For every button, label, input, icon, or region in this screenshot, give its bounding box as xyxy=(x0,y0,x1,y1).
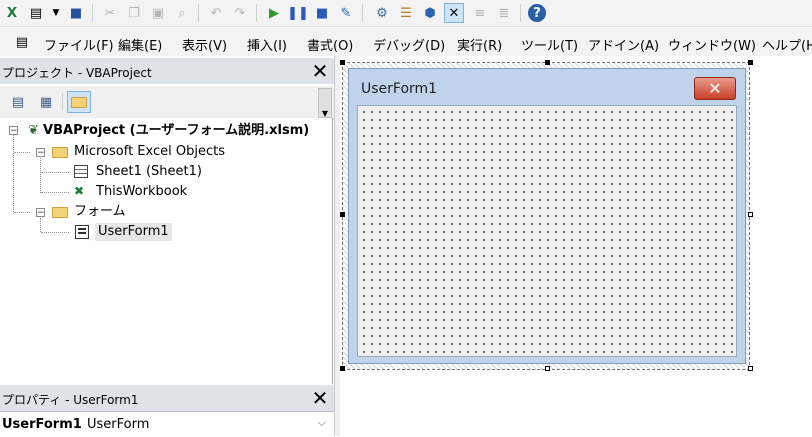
root-expander[interactable]: − xyxy=(9,126,18,136)
object-browser-icon[interactable]: ⬢ xyxy=(420,3,440,23)
tree-line xyxy=(40,218,41,232)
userform-client-area[interactable] xyxy=(357,105,737,357)
menu-window[interactable]: ウィンドウ(W) xyxy=(668,35,756,54)
reset-icon[interactable]: ■ xyxy=(312,3,332,23)
toggle-folders-icon[interactable] xyxy=(67,91,91,113)
menu-run[interactable]: 実行(R) xyxy=(457,35,502,54)
tree-node-userform1[interactable]: UserForm1 xyxy=(95,223,172,241)
menu-file[interactable]: ファイル(F) xyxy=(44,35,114,54)
tree-line xyxy=(13,135,14,212)
toolbar-separator xyxy=(362,4,363,22)
toolbox-icon[interactable]: ✕ xyxy=(444,3,464,23)
design-mode-icon[interactable]: ✎ xyxy=(336,3,356,23)
toolbar-separator xyxy=(520,4,521,22)
resize-handle[interactable] xyxy=(340,60,345,65)
toolbar-separator xyxy=(92,4,93,22)
tree-line xyxy=(41,232,69,233)
resize-handle[interactable] xyxy=(748,366,753,371)
copy-icon[interactable]: ❐ xyxy=(124,3,144,23)
folder1-expander[interactable]: − xyxy=(36,148,45,158)
userform-icon xyxy=(75,225,89,239)
userform-window[interactable]: UserForm1 ✕ xyxy=(348,68,746,364)
properties-pane-close-button[interactable]: ✕ xyxy=(309,387,331,409)
toolbar-separator xyxy=(62,93,63,111)
chevron-down-icon[interactable]: ⌵ xyxy=(318,416,326,430)
toolbar-separator xyxy=(256,4,257,22)
userform-caption: UserForm1 xyxy=(361,81,438,97)
tree-node-forms[interactable]: フォーム xyxy=(74,203,126,221)
standard-toolbar: X ▤ ▼ ■ ✂ ❐ ▣ ⌕ ↶ ↷ ▶ ❚❚ ■ ✎ ⚙ ☰ ⬢ ✕ ≡ ≣… xyxy=(0,0,812,27)
tree-node-thisworkbook[interactable]: ThisWorkbook xyxy=(96,183,187,201)
tree-node-vbaproject[interactable]: ❦ VBAProject (ユーザーフォーム説明.xlsm) xyxy=(28,122,309,140)
view-code-icon[interactable]: ▤ xyxy=(8,92,28,112)
tree-node-sheet1[interactable]: Sheet1 (Sheet1) xyxy=(96,163,202,181)
cut-icon[interactable]: ✂ xyxy=(100,3,120,23)
toolbar-separator xyxy=(198,4,199,22)
resize-handle[interactable] xyxy=(748,212,753,217)
help-icon[interactable]: ? xyxy=(528,4,546,22)
undo-icon[interactable]: ↶ xyxy=(206,3,226,23)
resize-handle[interactable] xyxy=(545,60,550,65)
workbook-icon: ✖ xyxy=(74,184,85,198)
object-selector[interactable]: UserForm1 UserForm ⌵ xyxy=(0,411,334,437)
menu-help[interactable]: ヘルプ(H xyxy=(762,35,812,54)
excel-view-icon[interactable]: X xyxy=(2,3,22,23)
vbaproject-icon: ❦ xyxy=(28,123,39,138)
menu-addins[interactable]: アドイン(A) xyxy=(588,35,659,54)
project-pane-close-button[interactable]: ✕ xyxy=(309,60,331,82)
menu-insert[interactable]: 挿入(I) xyxy=(247,35,287,54)
menu-view[interactable]: 表示(V) xyxy=(182,35,227,54)
tree-line xyxy=(14,152,30,153)
find-icon[interactable]: ⌕ xyxy=(172,3,192,23)
run-icon[interactable]: ▶ xyxy=(264,3,284,23)
align-icon[interactable]: ≣ xyxy=(494,3,514,23)
properties-pane-title: プロパティ - UserForm1 xyxy=(2,393,139,407)
tree-line xyxy=(14,212,30,213)
properties-pane-titlebar: プロパティ - UserForm1 ✕ xyxy=(0,385,334,411)
project-pane-title: プロジェクト - VBAProject xyxy=(2,66,152,80)
tree-node-label: VBAProject (ユーザーフォーム説明.xlsm) xyxy=(43,123,310,138)
paste-icon[interactable]: ▣ xyxy=(148,3,168,23)
resize-handle[interactable] xyxy=(340,366,345,371)
menu-form-icon[interactable]: ▤ xyxy=(12,32,32,52)
worksheet-icon xyxy=(74,165,88,178)
redo-icon[interactable]: ↷ xyxy=(230,3,250,23)
insert-form-icon[interactable]: ▤ xyxy=(26,3,46,23)
view-object-icon[interactable]: ▦ xyxy=(36,92,56,112)
resize-handle[interactable] xyxy=(748,60,753,65)
resize-handle[interactable] xyxy=(340,212,345,217)
menu-debug[interactable]: デバッグ(D) xyxy=(373,35,445,54)
project-explorer-icon[interactable]: ⚙ xyxy=(372,3,392,23)
folder-icon xyxy=(52,147,68,158)
folder-icon xyxy=(52,207,68,218)
tab-order-icon[interactable]: ≡ xyxy=(470,3,490,23)
tree-node-excel-objects[interactable]: Microsoft Excel Objects xyxy=(74,143,225,161)
object-type: UserForm xyxy=(87,417,150,432)
project-toolbar: ▤ ▦ ▼ xyxy=(0,86,334,119)
folder-icon xyxy=(71,96,87,108)
menu-bar: ▤ ファイル(F) 編集(E) 表示(V) 挿入(I) 書式(O) デバッグ(D… xyxy=(0,28,812,56)
resize-handle[interactable] xyxy=(545,366,550,371)
object-name: UserForm1 xyxy=(2,417,82,432)
dropdown-arrow-icon[interactable]: ▼ xyxy=(46,3,66,23)
tree-line xyxy=(40,158,41,193)
menu-format[interactable]: 書式(O) xyxy=(307,35,353,54)
break-icon[interactable]: ❚❚ xyxy=(287,3,309,23)
save-icon[interactable]: ■ xyxy=(66,3,86,23)
menu-edit[interactable]: 編集(E) xyxy=(118,35,162,54)
toolbar-overflow[interactable]: ▼ xyxy=(318,88,332,118)
menu-tools[interactable]: ツール(T) xyxy=(521,35,578,54)
project-pane-titlebar: プロジェクト - VBAProject ✕ xyxy=(0,58,334,84)
tree-line xyxy=(41,192,69,193)
userform-close-button[interactable]: ✕ xyxy=(694,77,736,100)
folder2-expander[interactable]: − xyxy=(36,208,45,218)
tree-line xyxy=(41,172,69,173)
project-tree: − ❦ VBAProject (ユーザーフォーム説明.xlsm) − Micro… xyxy=(0,118,333,384)
properties-window-icon[interactable]: ☰ xyxy=(396,3,416,23)
